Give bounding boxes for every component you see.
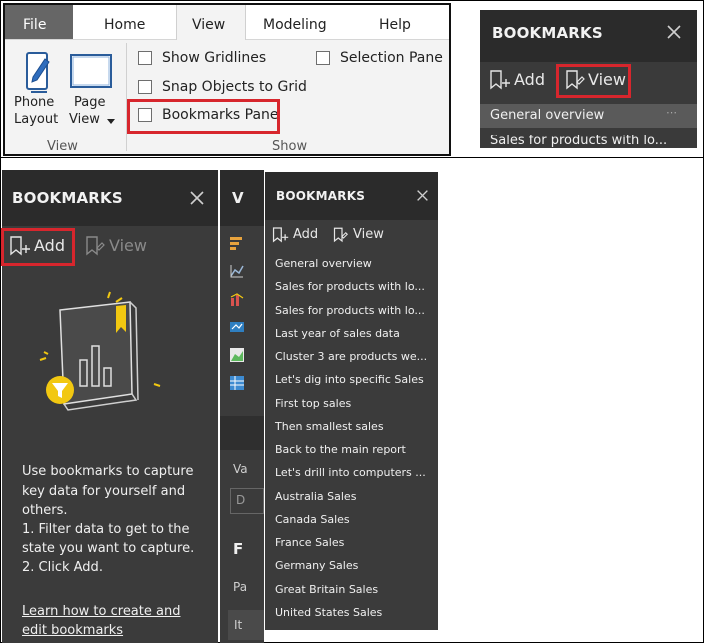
list-item[interactable]: General overview — [275, 257, 372, 270]
phone-layout-label-1: Phone — [14, 95, 55, 110]
stacked-bar-icon — [230, 237, 242, 250]
bookmark-book-illustration — [39, 291, 161, 411]
help-text-line: others. — [22, 503, 68, 518]
table-icon — [230, 376, 244, 390]
list-item[interactable]: France Sales — [275, 536, 344, 549]
group-divider — [126, 43, 127, 151]
list-item[interactable]: Back to the main report — [275, 443, 406, 456]
more-options-icon[interactable]: ⋯ — [666, 106, 677, 119]
add-bookmark-icon — [490, 70, 510, 90]
learn-more-link[interactable]: Learn how to create and — [22, 604, 180, 619]
bookmarks-small-title: BOOKMARKS — [492, 24, 603, 42]
phone-layout-button[interactable]: Phone Layout — [9, 47, 65, 133]
list-item[interactable]: Germany Sales — [275, 559, 358, 572]
phone-layout-label-2: Layout — [14, 112, 59, 127]
snap-grid-checkbox[interactable] — [138, 80, 152, 94]
show-gridlines-label: Show Gridlines — [162, 50, 267, 66]
list-item[interactable]: Let's dig into specific Sales — [275, 373, 424, 386]
list-item[interactable]: First top sales — [275, 397, 351, 410]
tab-home[interactable]: Home — [104, 17, 145, 33]
list-item[interactable]: Sales for products with lo... — [275, 280, 425, 293]
help-text-line: Use bookmarks to capture — [22, 464, 194, 479]
viz-fragment-text: Pa — [233, 580, 248, 594]
map-icon — [230, 322, 244, 332]
viz-section — [220, 416, 264, 450]
add-bookmark-icon — [272, 227, 289, 243]
tab-file-label: File — [23, 17, 47, 33]
learn-more-link[interactable]: edit bookmarks — [22, 623, 123, 638]
list-item[interactable]: United States Sales — [275, 606, 382, 619]
show-gridlines-checkbox[interactable] — [138, 51, 152, 65]
area-chart-icon — [230, 348, 244, 362]
combo-chart-icon — [230, 293, 244, 306]
selection-pane-label: Selection Pane — [340, 50, 443, 66]
list-item[interactable]: Then smallest sales — [275, 420, 384, 433]
tab-help[interactable]: Help — [379, 17, 411, 33]
add-button-list[interactable]: Add — [293, 227, 318, 242]
help-text-line: state you want to capture. — [22, 541, 195, 556]
list-item[interactable]: Last year of sales data — [275, 327, 400, 340]
viz-fragment-text: It — [234, 618, 243, 632]
help-text-line: 2. Click Add. — [22, 560, 103, 575]
page-view-button[interactable]: Page View — [65, 47, 123, 133]
bookmarks-empty-title: BOOKMARKS — [12, 189, 123, 207]
tab-view-label: View — [192, 17, 226, 33]
viz-fragment-text: D — [236, 493, 246, 507]
page-view-label-2: View — [69, 112, 100, 127]
show-group-label: Show — [272, 139, 308, 154]
list-item[interactable]: Canada Sales — [275, 513, 350, 526]
close-icon[interactable] — [666, 24, 682, 40]
snap-grid-label: Snap Objects to Grid — [162, 79, 307, 95]
view-bookmark-icon — [333, 227, 348, 243]
list-item[interactable]: Australia Sales — [275, 490, 356, 503]
view-button-list[interactable]: View — [353, 227, 384, 242]
line-chart-icon — [230, 265, 244, 278]
add-button-small[interactable]: Add — [514, 70, 545, 89]
selection-pane-checkbox[interactable] — [316, 51, 330, 65]
bookmarks-pane-highlight — [127, 99, 280, 134]
add-button-highlight — [1, 228, 75, 266]
tab-modeling[interactable]: Modeling — [263, 17, 327, 33]
row-divider — [0, 157, 704, 158]
view-group-label: View — [47, 139, 78, 154]
bookmarks-list-title: BOOKMARKS — [276, 189, 366, 203]
view-button-highlight — [556, 64, 631, 98]
close-icon[interactable] — [189, 190, 205, 206]
list-item[interactable]: Sales for products with lo... — [275, 304, 425, 317]
close-icon[interactable] — [416, 189, 429, 202]
chevron-down-icon — [107, 119, 115, 124]
list-item: General overview — [490, 108, 605, 123]
list-item[interactable]: Cluster 3 are products we... — [275, 350, 427, 363]
viz-title-fragment: V — [232, 189, 244, 207]
view-button-disabled: View — [109, 236, 147, 255]
view-bookmark-icon — [86, 236, 105, 256]
page-view-label-1: Page — [74, 95, 106, 110]
list-item: Sales for products with lo... — [490, 135, 668, 148]
help-text-line: key data for yourself and — [22, 484, 186, 499]
list-item[interactable]: Let's drill into computers ... — [275, 466, 426, 479]
phone-layout-icon — [26, 52, 50, 93]
viz-fragment-text: F — [233, 540, 244, 558]
page-view-icon — [70, 54, 112, 88]
list-item[interactable]: Great Britain Sales — [275, 583, 378, 596]
help-text-line: 1. Filter data to get to the — [22, 522, 190, 537]
viz-fragment-text: Va — [233, 462, 248, 476]
